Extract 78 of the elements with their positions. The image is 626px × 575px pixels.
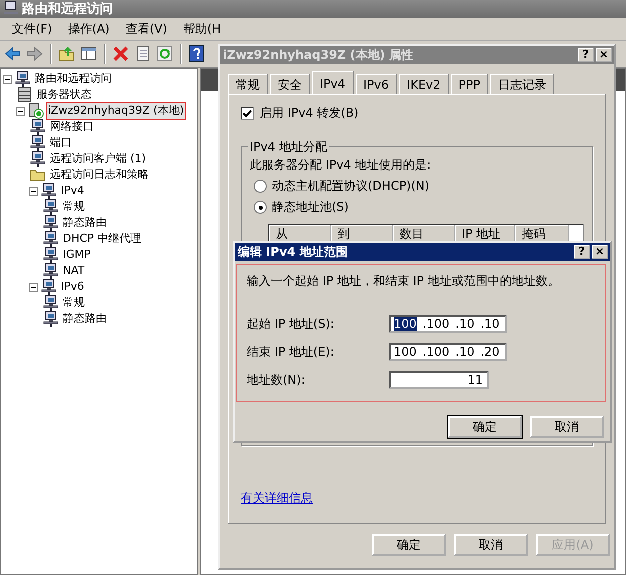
computer-icon <box>41 279 57 295</box>
ip-address-field[interactable]: 100 .100 .10 .20 <box>389 343 507 361</box>
tree-item[interactable]: IGMP <box>62 247 92 263</box>
tab[interactable]: 常规 <box>228 74 268 94</box>
computer-icon <box>30 119 46 135</box>
collapse-toggle[interactable] <box>29 282 38 292</box>
tab[interactable]: IKEv2 <box>399 74 449 94</box>
tab[interactable]: 日志记录 <box>490 74 554 94</box>
computer-icon <box>43 247 59 263</box>
title-button[interactable]: ? <box>574 245 590 259</box>
field-label: 结束 IP 地址(E): <box>247 344 336 360</box>
computer-icon <box>43 215 59 231</box>
radio-button[interactable] <box>254 180 267 193</box>
delete-icon[interactable] <box>112 45 130 63</box>
ip-address-field[interactable]: 100 .100 .10 .10 <box>389 315 507 333</box>
dialog-button[interactable]: 确定 <box>372 534 446 556</box>
dialog-title: 编辑 IPv4 地址范围 <box>238 244 348 260</box>
menu-item[interactable]: 帮助(H <box>175 20 230 38</box>
collapse-toggle[interactable] <box>16 106 25 116</box>
dialog-title: iZwz92nhyhaq39Z (本地) 属性 <box>223 46 414 64</box>
collapse-toggle[interactable] <box>29 186 38 196</box>
computer-icon <box>41 183 57 199</box>
computer-icon <box>30 151 46 167</box>
menu-item[interactable]: 文件(F) <box>4 20 60 38</box>
tree-item[interactable]: IPv4 <box>60 183 86 199</box>
computer-icon <box>43 263 59 279</box>
radio-button[interactable] <box>254 201 267 214</box>
dialog-button[interactable]: 取消 <box>530 416 604 438</box>
tree-item[interactable]: 远程访问日志和策略 <box>49 167 150 183</box>
instruction-text: 输入一个起始 IP 地址，和结束 IP 地址或范围中的地址数。 <box>247 273 561 290</box>
field-label: 地址数(N): <box>247 372 306 388</box>
back-arrow-icon[interactable] <box>4 45 22 63</box>
tab[interactable]: IPv6 <box>356 74 398 94</box>
tree-item[interactable]: 常规 <box>62 295 86 311</box>
radio-label: 静态地址池(S) <box>272 199 349 216</box>
help-icon[interactable] <box>188 45 206 63</box>
tree-item[interactable]: 路由和远程访问 <box>34 71 113 87</box>
tree-item[interactable]: 远程访问客户端 (1) <box>49 151 148 167</box>
tree-item[interactable]: 服务器状态 <box>36 87 93 103</box>
radio-label: 动态主机配置协议(DHCP)(N) <box>272 178 430 195</box>
checkbox[interactable] <box>241 107 254 120</box>
dialog-button[interactable]: 确定 <box>448 416 522 438</box>
forward-arrow-icon[interactable] <box>26 45 44 63</box>
details-link[interactable]: 有关详细信息 <box>241 490 313 507</box>
menu-item[interactable]: 操作(A) <box>60 20 118 38</box>
computer-icon <box>30 135 46 151</box>
tab[interactable]: PPP <box>450 74 488 94</box>
title-button[interactable]: × <box>592 245 608 259</box>
description-text: 此服务器分配 IPv4 地址使用的是: <box>250 157 432 174</box>
computer-icon <box>43 231 59 247</box>
tree-item[interactable]: DHCP 中继代理 <box>62 231 143 247</box>
console-tree-icon[interactable] <box>80 45 98 63</box>
server-icon <box>17 87 33 103</box>
computer-icon <box>3 1 19 17</box>
count-field[interactable]: 11 <box>389 371 489 389</box>
tab[interactable]: 安全 <box>270 74 310 94</box>
server-node-icon <box>28 103 44 119</box>
computer-icon <box>43 199 59 215</box>
field-label: 起始 IP 地址(S): <box>247 316 336 332</box>
group-title: IPv4 地址分配 <box>248 139 330 156</box>
tree-item[interactable]: 常规 <box>62 199 86 215</box>
tree-item[interactable]: NAT <box>62 263 86 279</box>
tree-item[interactable]: 静态路由 <box>62 311 108 327</box>
refresh-icon[interactable] <box>156 45 174 63</box>
tree-item[interactable]: IPv6 <box>60 279 86 295</box>
tab[interactable]: IPv4 <box>312 71 354 95</box>
window-title: 路由和远程访问 <box>22 0 113 18</box>
menu-item[interactable]: 查看(V) <box>118 20 176 38</box>
computer-icon <box>43 295 59 311</box>
checkbox-label: 启用 IPv4 转发(B) <box>260 105 359 122</box>
computer-icon <box>43 311 59 327</box>
tree-item[interactable]: 端口 <box>49 135 73 151</box>
dialog-button[interactable]: 取消 <box>454 534 528 556</box>
computer-icon <box>15 71 31 87</box>
tree-item[interactable]: 静态路由 <box>62 215 108 231</box>
tree-item[interactable]: 网络接口 <box>49 119 95 135</box>
tree-item[interactable]: iZwz92nhyhaq39Z (本地) <box>47 103 186 119</box>
collapse-toggle[interactable] <box>3 74 12 84</box>
